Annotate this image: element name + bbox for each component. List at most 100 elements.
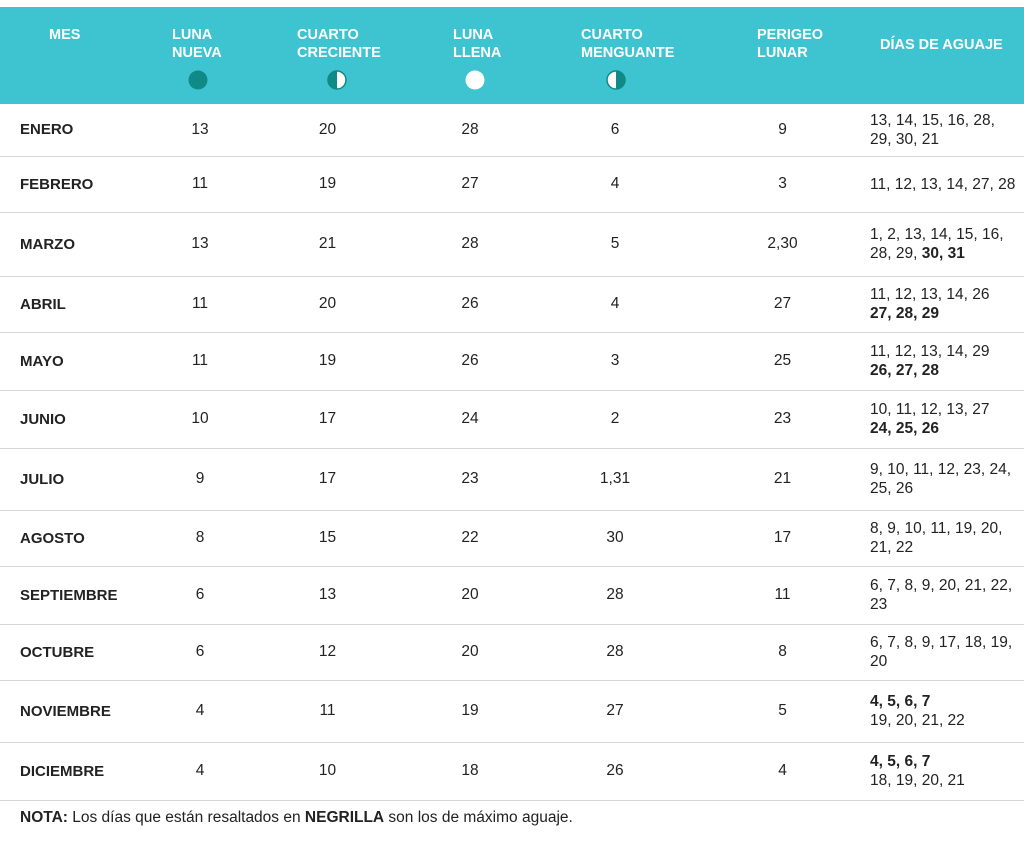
last-quarter-cell: 28	[535, 566, 695, 625]
table-row: SEPTIEMBRE 6 13 20 28 11 6, 7, 8, 9, 20, 21, 2…	[0, 566, 1024, 625]
perigee-cell: 17	[695, 510, 870, 567]
header-tide-days: DÍAS DE AGUAJE	[870, 7, 1024, 104]
new-moon-cell: 11	[150, 276, 250, 333]
header-tide-days-label: DÍAS DE AGUAJE	[880, 37, 1003, 53]
tide-days-cell: 6, 7, 8, 9, 20, 21, 22, 23	[870, 566, 1024, 625]
last-quarter-cell: 26	[535, 742, 695, 801]
tide-days-max: 26, 27, 28	[870, 362, 939, 379]
tide-days-cell: 13, 14, 15, 16, 28, 29, 30, 21	[870, 104, 1024, 157]
tide-days-max: 27, 28, 29	[870, 305, 939, 322]
tide-days-max: 4, 5, 6, 7	[870, 693, 931, 710]
perigee-cell: 25	[695, 332, 870, 391]
new-moon-cell: 4	[150, 680, 250, 743]
full-moon-cell: 19	[405, 680, 535, 743]
last-quarter-cell: 4	[535, 276, 695, 333]
month-cell: DICIEMBRE	[0, 742, 150, 801]
full-moon-cell: 28	[405, 104, 535, 157]
tide-days-cell: 1, 2, 13, 14, 15, 16, 28, 29, 30, 31	[870, 212, 1024, 277]
tide-days-cell: 9, 10, 11, 12, 23, 24, 25, 26	[870, 448, 1024, 511]
new-moon-cell: 9	[150, 448, 250, 511]
perigee-cell: 9	[695, 104, 870, 157]
header-month-label: MES	[49, 27, 81, 43]
perigee-cell: 3	[695, 156, 870, 213]
first-quarter-cell: 19	[250, 332, 405, 391]
month-cell: ABRIL	[0, 276, 150, 333]
first-quarter-cell: 17	[250, 390, 405, 449]
header-last-quarter-label: CUARTO MENGUANTE	[581, 27, 675, 61]
month-cell: SEPTIEMBRE	[0, 566, 150, 625]
perigee-cell: 2,30	[695, 212, 870, 277]
month-cell: OCTUBRE	[0, 624, 150, 681]
month-cell: MARZO	[0, 212, 150, 277]
tide-days-normal: 8, 9, 10, 11, 19, 20, 21, 22	[870, 520, 1003, 556]
first-quarter-cell: 15	[250, 510, 405, 567]
table-row: MAYO 11 19 26 3 25 11, 12, 13, 14, 29 26, 27, 2…	[0, 332, 1024, 391]
header-month: MES	[0, 7, 150, 104]
last-quarter-cell: 2	[535, 390, 695, 449]
lunar-calendar-table: MES LUNA NUEVA CUARTO CRECIENTE LUNA LLE…	[0, 7, 1024, 801]
new-moon-cell: 13	[150, 104, 250, 157]
last-quarter-moon-icon	[581, 70, 695, 90]
header-perigee-label: PERIGEO LUNAR	[757, 27, 824, 61]
tide-days-normal: 10, 11, 12, 13, 27	[870, 401, 990, 418]
table-row: FEBRERO 11 19 27 4 3 11, 12, 13, 14, 27, 28	[0, 156, 1024, 213]
table-row: NOVIEMBRE 4 11 19 27 5 4, 5, 6, 7 19, 20, 21, 2…	[0, 680, 1024, 743]
full-moon-cell: 18	[405, 742, 535, 801]
first-quarter-cell: 20	[250, 276, 405, 333]
header-new-moon: LUNA NUEVA	[150, 7, 250, 104]
full-moon-cell: 26	[405, 332, 535, 391]
table-row: ABRIL 11 20 26 4 27 11, 12, 13, 14, 26 27, 28, …	[0, 276, 1024, 333]
first-quarter-cell: 12	[250, 624, 405, 681]
new-moon-cell: 8	[150, 510, 250, 567]
table-row: JULIO 9 17 23 1,31 21 9, 10, 11, 12, 23, 24, 2…	[0, 448, 1024, 511]
last-quarter-cell: 4	[535, 156, 695, 213]
tide-days-cell: 10, 11, 12, 13, 27 24, 25, 26	[870, 390, 1024, 449]
first-quarter-cell: 11	[250, 680, 405, 743]
month-cell: ENERO	[0, 104, 150, 157]
header-full-moon-label: LUNA LLENA	[453, 27, 502, 61]
table-row: AGOSTO 8 15 22 30 17 8, 9, 10, 11, 19, 20, 21,…	[0, 510, 1024, 567]
first-quarter-cell: 10	[250, 742, 405, 801]
table-row: ENERO 13 20 28 6 9 13, 14, 15, 16, 28, 29, 30,…	[0, 104, 1024, 157]
tide-days-normal-after: 18, 19, 20, 21	[870, 772, 965, 789]
header-last-quarter: CUARTO MENGUANTE	[535, 7, 695, 104]
new-moon-cell: 13	[150, 212, 250, 277]
full-moon-cell: 27	[405, 156, 535, 213]
perigee-cell: 23	[695, 390, 870, 449]
perigee-cell: 27	[695, 276, 870, 333]
first-quarter-cell: 13	[250, 566, 405, 625]
tide-days-cell: 4, 5, 6, 7 19, 20, 21, 22	[870, 680, 1024, 743]
month-cell: NOVIEMBRE	[0, 680, 150, 743]
new-moon-icon	[172, 70, 250, 90]
header-full-moon: LUNA LLENA	[405, 7, 535, 104]
last-quarter-cell: 5	[535, 212, 695, 277]
first-quarter-cell: 17	[250, 448, 405, 511]
tide-days-normal: 11, 12, 13, 14, 26	[870, 286, 990, 303]
new-moon-cell: 6	[150, 624, 250, 681]
footnote-text-2: son los de máximo aguaje.	[384, 809, 573, 826]
perigee-cell: 11	[695, 566, 870, 625]
tide-days-cell: 8, 9, 10, 11, 19, 20, 21, 22	[870, 510, 1024, 567]
last-quarter-cell: 27	[535, 680, 695, 743]
table-header-row: MES LUNA NUEVA CUARTO CRECIENTE LUNA LLE…	[0, 7, 1024, 104]
table-row: JUNIO 10 17 24 2 23 10, 11, 12, 13, 27 24, 25, …	[0, 390, 1024, 449]
header-perigee: PERIGEO LUNAR	[695, 7, 870, 104]
new-moon-cell: 11	[150, 332, 250, 391]
full-moon-cell: 20	[405, 566, 535, 625]
full-moon-cell: 24	[405, 390, 535, 449]
first-quarter-cell: 21	[250, 212, 405, 277]
full-moon-cell: 23	[405, 448, 535, 511]
footnote-label: NOTA:	[20, 809, 68, 826]
tide-days-max: 24, 25, 26	[870, 420, 939, 437]
footnote: NOTA: Los días que están resaltados en N…	[20, 809, 573, 827]
tide-days-cell: 6, 7, 8, 9, 17, 18, 19, 20	[870, 624, 1024, 681]
header-first-quarter-label: CUARTO CRECIENTE	[297, 27, 381, 61]
month-cell: AGOSTO	[0, 510, 150, 567]
tide-days-normal: 6, 7, 8, 9, 17, 18, 19, 20	[870, 634, 1013, 670]
new-moon-cell: 6	[150, 566, 250, 625]
perigee-cell: 21	[695, 448, 870, 511]
new-moon-cell: 10	[150, 390, 250, 449]
perigee-cell: 5	[695, 680, 870, 743]
tide-days-max: 4, 5, 6, 7	[870, 753, 931, 770]
first-quarter-cell: 19	[250, 156, 405, 213]
